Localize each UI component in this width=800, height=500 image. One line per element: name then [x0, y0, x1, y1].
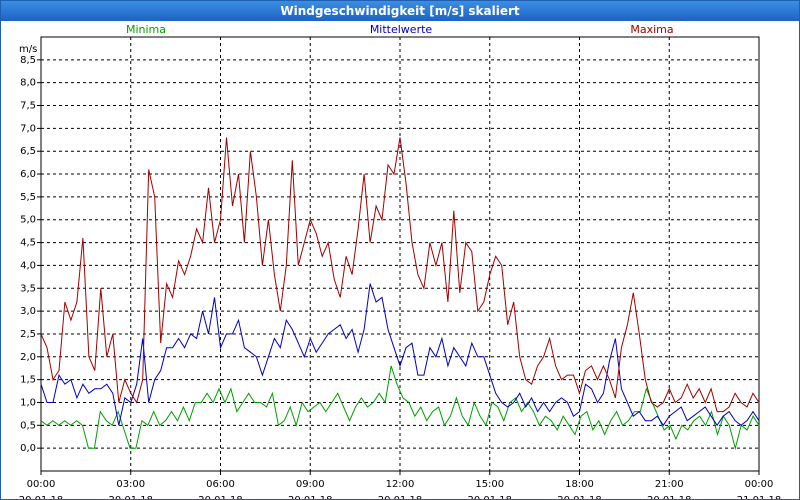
x-tick-date: 20.01.18 [108, 495, 153, 499]
x-tick-labels: 00:00 20.01.18 03:00 20.01.18 06:00 20.01.18 0… [19, 479, 782, 499]
x-tick-date: 20.01.18 [288, 495, 333, 499]
x-tick-date: 20.01.18 [198, 495, 243, 499]
x-tick-date: 20.01.18 [467, 495, 512, 499]
window-title: Windgeschwindigkeit [m/s] skaliert [1, 1, 799, 21]
x-tick-date: 20.01.18 [19, 495, 64, 499]
y-tick-label: 5,0 [20, 215, 36, 226]
x-tick-time: 18:00 [565, 479, 594, 490]
y-axis-label: m/s [19, 44, 37, 55]
x-tick-time: 03:00 [116, 479, 145, 490]
y-tick-labels: 0,0 0,5 1,0 1,5 2,0 2,5 3,0 3,5 4,0 4,5 5,0 5,5 6,0 6… [20, 55, 36, 454]
y-tick-label: 6,5 [20, 146, 36, 157]
y-tick-label: 1,0 [20, 397, 36, 408]
y-tick-label: 6,0 [20, 169, 36, 180]
x-tick-time: 21:00 [655, 479, 684, 490]
y-tick-label: 3,0 [20, 306, 36, 317]
y-tick-label: 8,5 [20, 55, 36, 66]
y-tick-label: 7,5 [20, 101, 36, 112]
x-tick-date: 20.01.18 [647, 495, 692, 499]
x-tick-date: 21.01.18 [737, 495, 782, 499]
x-tick-time: 09:00 [296, 479, 325, 490]
x-tick-time: 06:00 [206, 479, 235, 490]
x-tick-time: 00:00 [27, 479, 56, 490]
y-tick-label: 0,5 [20, 420, 36, 431]
y-tick-label: 2,0 [20, 352, 36, 363]
x-tick-time: 00:00 [745, 479, 774, 490]
y-tick-label: 7,0 [20, 123, 36, 134]
y-tick-label: 3,5 [20, 283, 36, 294]
legend-mittelwerte: Mittelwerte [370, 23, 433, 36]
x-tick-date: 20.01.18 [557, 495, 602, 499]
legend-maxima: Maxima [630, 23, 673, 36]
chart-window: Windgeschwindigkeit [m/s] skaliert 0,0 0,… [0, 0, 800, 500]
y-tick-label: 5,5 [20, 192, 36, 203]
wind-speed-chart: 0,0 0,5 1,0 1,5 2,0 2,5 3,0 3,5 4,0 4,5 5,0 5,5 6,0 6… [19, 23, 782, 499]
x-tick-time: 12:00 [386, 479, 415, 490]
y-tick-label: 8,0 [20, 78, 36, 89]
y-tick-label: 1,5 [20, 375, 36, 386]
y-tick-label: 4,5 [20, 238, 36, 249]
legend: Minima Mittelwerte Maxima [126, 23, 674, 36]
y-tick-label: 2,5 [20, 329, 36, 340]
x-tick-date: 20.01.18 [378, 495, 423, 499]
y-tick-label: 4,0 [20, 260, 36, 271]
x-tick-time: 15:00 [475, 479, 504, 490]
legend-minima: Minima [126, 23, 166, 36]
y-tick-label: 0,0 [20, 443, 36, 454]
